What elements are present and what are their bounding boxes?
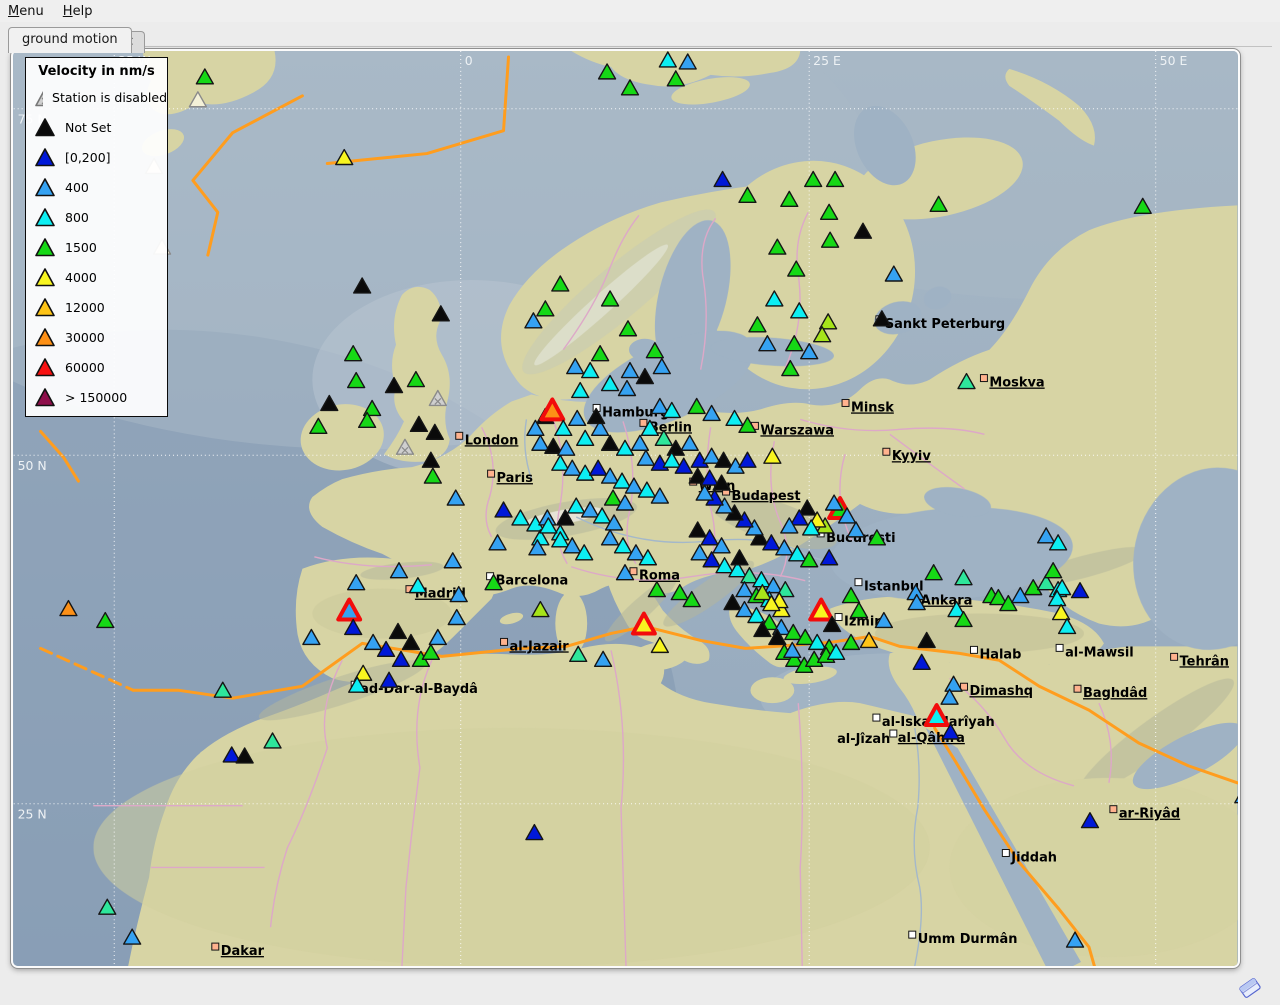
city-label: Moskva — [989, 376, 1044, 391]
city-label: Sankt Peterburg — [885, 317, 1005, 332]
city-marker — [630, 568, 637, 575]
longitude-label: 25 E — [813, 53, 841, 68]
legend-entry: 4000 — [26, 262, 167, 292]
city-label: al-Jazair — [510, 639, 570, 654]
city-marker — [883, 448, 890, 455]
legend-triangle-icon — [34, 327, 56, 347]
city-label: Baghdâd — [1083, 686, 1147, 701]
city-label: Warszawa — [760, 423, 834, 438]
legend-entry: Station is disabled — [26, 82, 167, 112]
city-label: Minsk — [851, 400, 894, 415]
city-label: al-Mawsil — [1065, 645, 1134, 660]
longitude-label: 50 E — [1160, 53, 1188, 68]
legend-title: Velocity in nm/s — [26, 64, 167, 79]
city-label: Halab — [979, 647, 1021, 662]
legend-triangle-icon — [34, 387, 56, 407]
legend-entry: 400 — [26, 172, 167, 202]
legend-entry-label: Not Set — [65, 120, 111, 135]
city-marker — [873, 714, 880, 721]
longitude-label: 0 — [465, 53, 473, 68]
map-canvas[interactable]: 25 W025 E50 E75 N50 N25 N LondonParisMad… — [11, 49, 1240, 968]
tab-pane-border — [8, 46, 1272, 47]
legend-entry-label: 12000 — [65, 300, 105, 315]
city-label: Kyyiv — [892, 449, 931, 464]
latitude-label: 50 N — [18, 458, 47, 473]
city-label: ad-Dar-al-Baydâ — [360, 682, 478, 697]
legend-triangle-icon — [34, 177, 56, 197]
menu-bar: Menu Help — [0, 0, 1280, 22]
city-marker — [501, 638, 508, 645]
legend-entry-label: 4000 — [65, 270, 97, 285]
legend-triangle-icon — [34, 87, 43, 107]
city-marker — [1074, 685, 1081, 692]
legend-triangle-icon — [34, 147, 56, 167]
city-marker — [488, 470, 495, 477]
legend-entry-label: 60000 — [65, 360, 105, 375]
legend-triangle-icon — [34, 207, 56, 227]
legend-entry: [0,200] — [26, 142, 167, 172]
legend-entry: 12000 — [26, 292, 167, 322]
city-label: ar-Riyâd — [1119, 807, 1180, 822]
city-marker — [456, 432, 463, 439]
city-marker — [1171, 653, 1178, 660]
map-legend: Velocity in nm/s Station is disabled Not … — [25, 57, 168, 417]
legend-entry-label: > 150000 — [65, 390, 127, 405]
legend-entry-label: 30000 — [65, 330, 105, 345]
city-marker — [842, 399, 849, 406]
legend-entry-label: 1500 — [65, 240, 97, 255]
latitude-label: 25 N — [18, 807, 47, 822]
city-marker — [1110, 806, 1117, 813]
legend-entry: 60000 — [26, 352, 167, 382]
city-marker — [855, 579, 862, 586]
city-label: Roma — [639, 569, 680, 584]
city-label: Paris — [497, 471, 534, 486]
city-label: London — [465, 433, 519, 448]
legend-entry: 30000 — [26, 322, 167, 352]
city-marker — [980, 375, 987, 382]
legend-entry: Not Set — [26, 112, 167, 142]
legend-triangle-icon — [34, 237, 56, 257]
city-label: Budapest — [732, 489, 801, 504]
legend-entry: > 150000 — [26, 382, 167, 412]
legend-triangle-icon — [34, 267, 56, 287]
city-marker — [970, 646, 977, 653]
legend-triangle-icon — [34, 357, 56, 377]
legend-entry-label: 400 — [65, 180, 89, 195]
city-marker — [835, 614, 842, 621]
status-icon — [1236, 973, 1264, 1001]
menu-button-menu[interactable]: Menu — [8, 3, 50, 20]
legend-entry: 1500 — [26, 232, 167, 262]
city-label: Umm Durmân — [918, 932, 1018, 947]
legend-entry-label: [0,200] — [65, 150, 111, 165]
legend-triangle-icon — [34, 117, 56, 137]
city-label: al-Jîzah — [837, 732, 890, 747]
legend-entry: 800 — [26, 202, 167, 232]
city-marker — [640, 419, 647, 426]
city-marker — [1002, 850, 1009, 857]
city-marker — [212, 943, 219, 950]
city-label: Dimashq — [969, 684, 1033, 699]
menu-button-help[interactable]: Help — [63, 3, 99, 20]
city-label: Tehrân — [1180, 654, 1229, 669]
legend-triangle-icon — [34, 297, 56, 317]
city-label: Dakar — [221, 944, 265, 959]
legend-entry-label: Station is disabled — [52, 90, 167, 105]
city-label: Barcelona — [496, 574, 569, 589]
city-label: Ankara — [921, 594, 973, 609]
city-marker — [890, 730, 897, 737]
city-marker — [1056, 644, 1063, 651]
city-label: Jiddah — [1010, 850, 1057, 865]
tab-ground-motion[interactable]: ground motion — [8, 27, 132, 53]
city-marker — [909, 931, 916, 938]
legend-entry-label: 800 — [65, 210, 89, 225]
